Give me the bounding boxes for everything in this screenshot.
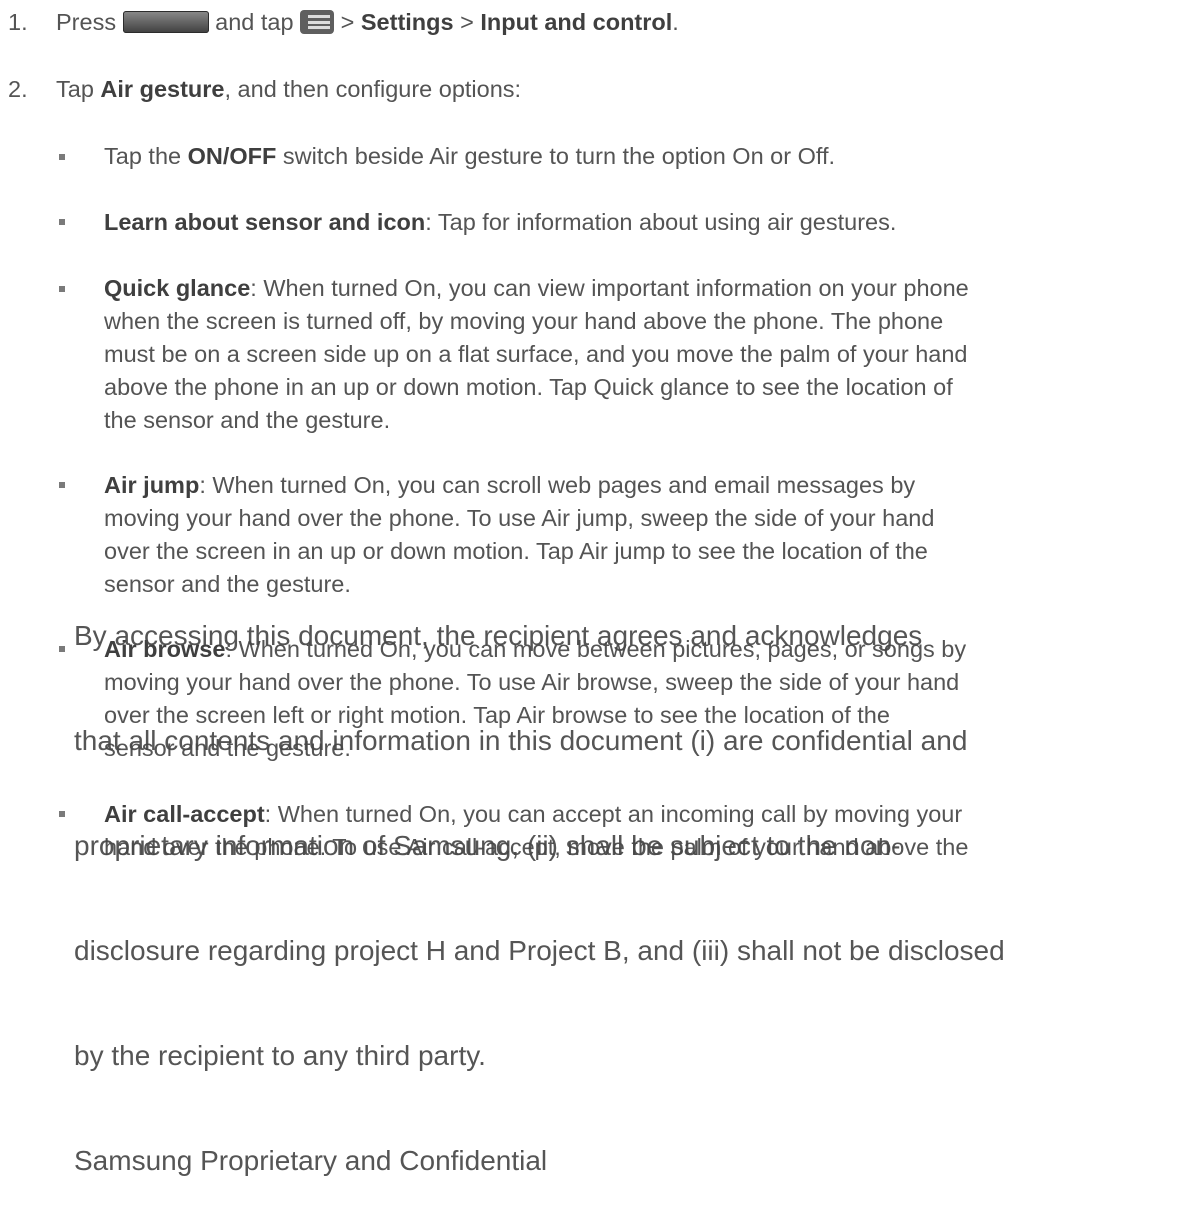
- bullet: [59, 811, 65, 817]
- step-text: >: [334, 9, 361, 35]
- option-text: : Tap for information about using air ge…: [425, 209, 897, 235]
- option-quick-glance-line-1: Quick glance: When turned On, you can vi…: [104, 272, 969, 304]
- step-number: 2.: [8, 76, 28, 102]
- option-on-off: Tap the ON/OFF switch beside Air gesture…: [104, 140, 835, 172]
- option-text-line: above the phone in an up or down motion.…: [104, 374, 953, 400]
- option-text: : When turned On, you can accept an inco…: [264, 801, 963, 827]
- bullet: [59, 482, 65, 488]
- home-key-icon: [122, 11, 209, 33]
- option-air-call-accept-line-1: Air call-accept: When turned On, you can…: [104, 798, 962, 830]
- option-text: : When turned On, you can view important…: [250, 275, 969, 301]
- watermark-line: disclosure regarding project H and Proje…: [74, 935, 1005, 966]
- option-text: : When turned On, you can scroll web pag…: [199, 472, 916, 498]
- option-text: switch beside Air gesture to turn the op…: [276, 143, 836, 169]
- bullet: [59, 154, 65, 160]
- option-label: Air browse: [104, 636, 226, 662]
- step-text: .: [672, 9, 679, 35]
- option-text-line: hand over the phone. To use Air call-acc…: [104, 834, 969, 860]
- menu-key-icon: [300, 10, 335, 34]
- option-text: Tap the: [104, 143, 188, 169]
- step-text: Press: [56, 9, 117, 35]
- option-air-jump-line-1: Air jump: When turned On, you can scroll…: [104, 469, 915, 501]
- option-text: : When turned On, you can move between p…: [225, 636, 967, 662]
- watermark-line: by the recipient to any third party.: [74, 1040, 486, 1071]
- input-and-control-label: Input and control: [480, 9, 673, 35]
- step-text: and tap: [215, 9, 294, 35]
- step-2: Tap Air gesture, and then configure opti…: [56, 73, 521, 105]
- option-text-line: must be on a screen side up on a flat su…: [104, 341, 968, 367]
- settings-label: Settings: [360, 9, 454, 35]
- option-label: Quick glance: [104, 275, 251, 301]
- option-label: Air call-accept: [104, 801, 265, 827]
- step-text: , and then configure options:: [224, 76, 522, 102]
- step-number: 1.: [8, 9, 28, 35]
- option-text-line: sensor and the gesture.: [104, 571, 351, 597]
- option-air-browse-line-1: Air browse: When turned On, you can move…: [104, 633, 966, 665]
- option-learn-about-sensor: Learn about sensor and icon: Tap for inf…: [104, 206, 896, 238]
- bullet: [59, 219, 65, 225]
- step-text: >: [453, 9, 481, 35]
- option-text-line: over the screen left or right motion. Ta…: [104, 702, 890, 728]
- option-label: Learn about sensor and icon: [104, 209, 426, 235]
- option-text-line: moving your hand over the phone. To use …: [104, 505, 935, 531]
- bullet: [59, 286, 65, 292]
- option-text-line: over the screen in an up or down motion.…: [104, 538, 928, 564]
- option-text-line: the sensor and the gesture.: [104, 407, 391, 433]
- option-text-line: moving your hand over the phone. To use …: [104, 669, 960, 695]
- option-label: Air jump: [104, 472, 200, 498]
- bullet: [59, 646, 65, 652]
- option-text-line: sensor and the gesture.: [104, 735, 351, 761]
- watermark-line: Samsung Proprietary and Confidential: [74, 1145, 548, 1176]
- option-label: ON/OFF: [187, 143, 277, 169]
- step-text: Tap: [56, 76, 101, 102]
- air-gesture-label: Air gesture: [100, 76, 225, 102]
- option-text-line: when the screen is turned off, by moving…: [104, 308, 944, 334]
- step-1: Press and tap > Settings > Input and con…: [56, 6, 679, 38]
